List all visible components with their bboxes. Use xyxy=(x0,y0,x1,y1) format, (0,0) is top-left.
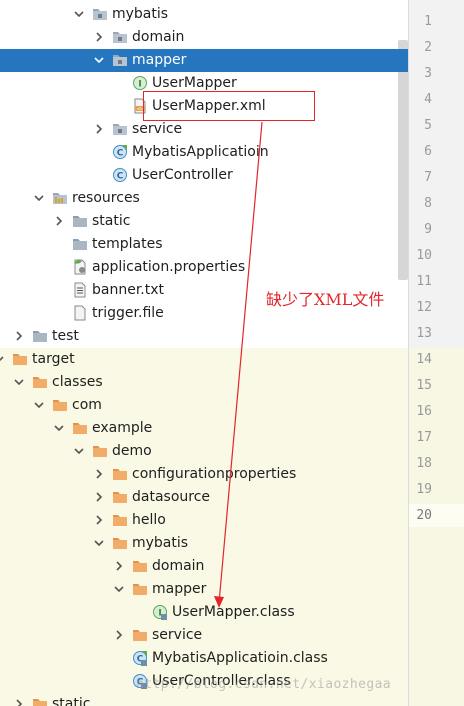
watermark: http://blog.csdn.net/xiaozhegaa xyxy=(136,677,392,692)
annotation-arrow xyxy=(214,121,263,608)
annotation-note: 缺少了XML文件 xyxy=(266,290,385,309)
